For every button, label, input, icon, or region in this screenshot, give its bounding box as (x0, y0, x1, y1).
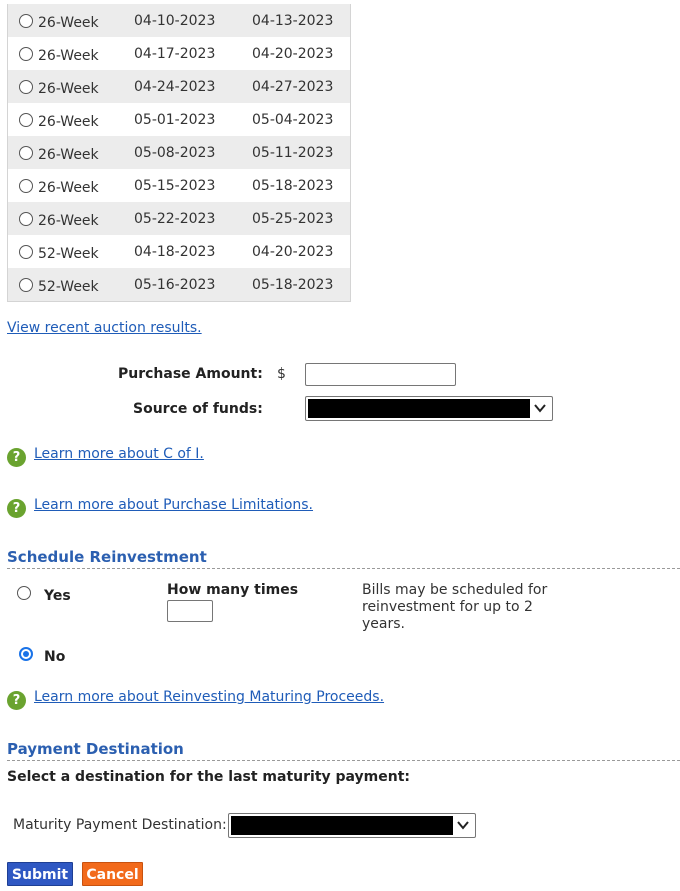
auction-select-radio[interactable] (19, 112, 33, 127)
auction-row[interactable]: 52-Week 05-16-2023 05-18-2023 (7, 268, 351, 302)
auction-radio-cell (7, 37, 38, 70)
reinvest-yes-radio[interactable] (17, 586, 31, 600)
cancel-button[interactable]: Cancel (82, 862, 143, 886)
auction-row[interactable]: 26-Week 05-22-2023 05-25-2023 (7, 202, 351, 235)
maturity-payment-destination-label: Maturity Payment Destination: (13, 817, 227, 833)
auction-date: 05-01-2023 (134, 103, 252, 136)
view-recent-auction-results-link[interactable]: View recent auction results. (7, 320, 202, 336)
auction-row[interactable]: 52-Week 04-18-2023 04-20-2023 (7, 235, 351, 268)
submit-button[interactable]: Submit (7, 862, 73, 886)
auction-date: 04-10-2023 (134, 4, 252, 37)
auction-radio-cell (7, 103, 38, 136)
auction-term-cell: 26-Week (38, 103, 134, 136)
auction-term: 26-Week (38, 212, 99, 229)
auction-term: 26-Week (38, 179, 99, 196)
auction-radio-cell (7, 202, 38, 235)
auction-term-cell: 26-Week (38, 169, 134, 202)
auction-term: 52-Week (38, 278, 99, 295)
learn-more-purchase-limitations-link[interactable]: Learn more about Purchase Limitations. (34, 497, 313, 513)
auction-term-cell: 26-Week (38, 202, 134, 235)
auction-table-body: 26-Week 04-10-2023 04-13-2023 26-Week 04-17-… (7, 4, 351, 302)
payment-destination-title: Payment Destination (7, 740, 184, 758)
payment-destination-heading: Payment Destination (7, 740, 680, 761)
auction-term-cell: 26-Week (38, 70, 134, 103)
auction-date: 04-17-2023 (134, 37, 252, 70)
auction-term: 52-Week (38, 245, 99, 262)
auction-date: 04-24-2023 (134, 70, 252, 103)
auction-select-radio[interactable] (19, 145, 33, 160)
auction-term-cell: 52-Week (38, 268, 134, 302)
reinvestment-note: Bills may be scheduled for reinvestment … (362, 582, 548, 632)
auction-row[interactable]: 26-Week 04-10-2023 04-13-2023 (7, 4, 351, 37)
auction-date: 05-08-2023 (134, 136, 252, 169)
maturity-destination-redacted-value (231, 816, 453, 835)
auction-select-radio[interactable] (19, 211, 33, 226)
issue-date: 04-20-2023 (252, 37, 351, 70)
issue-date: 05-25-2023 (252, 202, 351, 235)
auction-term-cell: 26-Week (38, 136, 134, 169)
learn-more-coi-link[interactable]: Learn more about C of I. (34, 446, 204, 462)
auction-select-radio[interactable] (19, 244, 33, 259)
issue-date: 05-18-2023 (252, 169, 351, 202)
chevron-down-icon (534, 404, 546, 413)
reinvest-yes-label: Yes (44, 588, 71, 604)
reinvest-no-label: No (44, 649, 66, 665)
auction-table: 26-Week 04-10-2023 04-13-2023 26-Week 04-17-… (7, 4, 351, 302)
auction-term: 26-Week (38, 47, 99, 64)
auction-radio-cell (7, 268, 38, 302)
chevron-down-icon (457, 821, 469, 830)
learn-more-reinvesting-link[interactable]: Learn more about Reinvesting Maturing Pr… (34, 689, 384, 705)
purchase-amount-label: Purchase Amount: (118, 366, 263, 382)
payment-instruction: Select a destination for the last maturi… (7, 769, 411, 785)
auction-select-radio[interactable] (19, 13, 33, 28)
issue-date: 05-18-2023 (252, 268, 351, 302)
auction-term: 26-Week (38, 113, 99, 130)
auction-row[interactable]: 26-Week 04-17-2023 04-20-2023 (7, 37, 351, 70)
auction-term-cell: 52-Week (38, 235, 134, 268)
auction-radio-cell (7, 70, 38, 103)
issue-date: 04-13-2023 (252, 4, 351, 37)
issue-date: 05-04-2023 (252, 103, 351, 136)
auction-term: 26-Week (38, 14, 99, 31)
issue-date: 04-27-2023 (252, 70, 351, 103)
auction-row[interactable]: 26-Week 05-08-2023 05-11-2023 (7, 136, 351, 169)
auction-radio-cell (7, 136, 38, 169)
reinvest-no-radio[interactable] (19, 647, 33, 661)
auction-radio-cell (7, 235, 38, 268)
schedule-reinvestment-heading: Schedule Reinvestment (7, 548, 680, 569)
auction-term-cell: 26-Week (38, 4, 134, 37)
source-of-funds-select[interactable] (305, 396, 553, 421)
auction-select-radio[interactable] (19, 79, 33, 94)
source-of-funds-label: Source of funds: (133, 401, 263, 417)
auction-row[interactable]: 26-Week 05-15-2023 05-18-2023 (7, 169, 351, 202)
currency-symbol: $ (277, 366, 286, 382)
auction-date: 05-16-2023 (134, 268, 252, 302)
help-icon: ? (7, 691, 26, 710)
auction-select-radio[interactable] (19, 178, 33, 193)
help-icon: ? (7, 448, 26, 467)
auction-row[interactable]: 26-Week 05-01-2023 05-04-2023 (7, 103, 351, 136)
auction-radio-cell (7, 4, 38, 37)
issue-date: 05-11-2023 (252, 136, 351, 169)
auction-date: 04-18-2023 (134, 235, 252, 268)
auction-radio-cell (7, 169, 38, 202)
purchase-amount-input[interactable] (305, 363, 456, 386)
help-icon: ? (7, 499, 26, 518)
auction-row[interactable]: 26-Week 04-24-2023 04-27-2023 (7, 70, 351, 103)
maturity-payment-destination-select[interactable] (228, 813, 476, 838)
issue-date: 04-20-2023 (252, 235, 351, 268)
auction-select-radio[interactable] (19, 277, 33, 292)
how-many-times-label: How many times (167, 582, 299, 598)
auction-term-cell: 26-Week (38, 37, 134, 70)
auction-select-radio[interactable] (19, 46, 33, 61)
auction-term: 26-Week (38, 146, 99, 163)
auction-date: 05-22-2023 (134, 202, 252, 235)
schedule-reinvestment-title: Schedule Reinvestment (7, 548, 207, 566)
source-of-funds-redacted-value (308, 399, 530, 418)
how-many-times-input[interactable] (167, 600, 213, 622)
auction-date: 05-15-2023 (134, 169, 252, 202)
auction-term: 26-Week (38, 80, 99, 97)
